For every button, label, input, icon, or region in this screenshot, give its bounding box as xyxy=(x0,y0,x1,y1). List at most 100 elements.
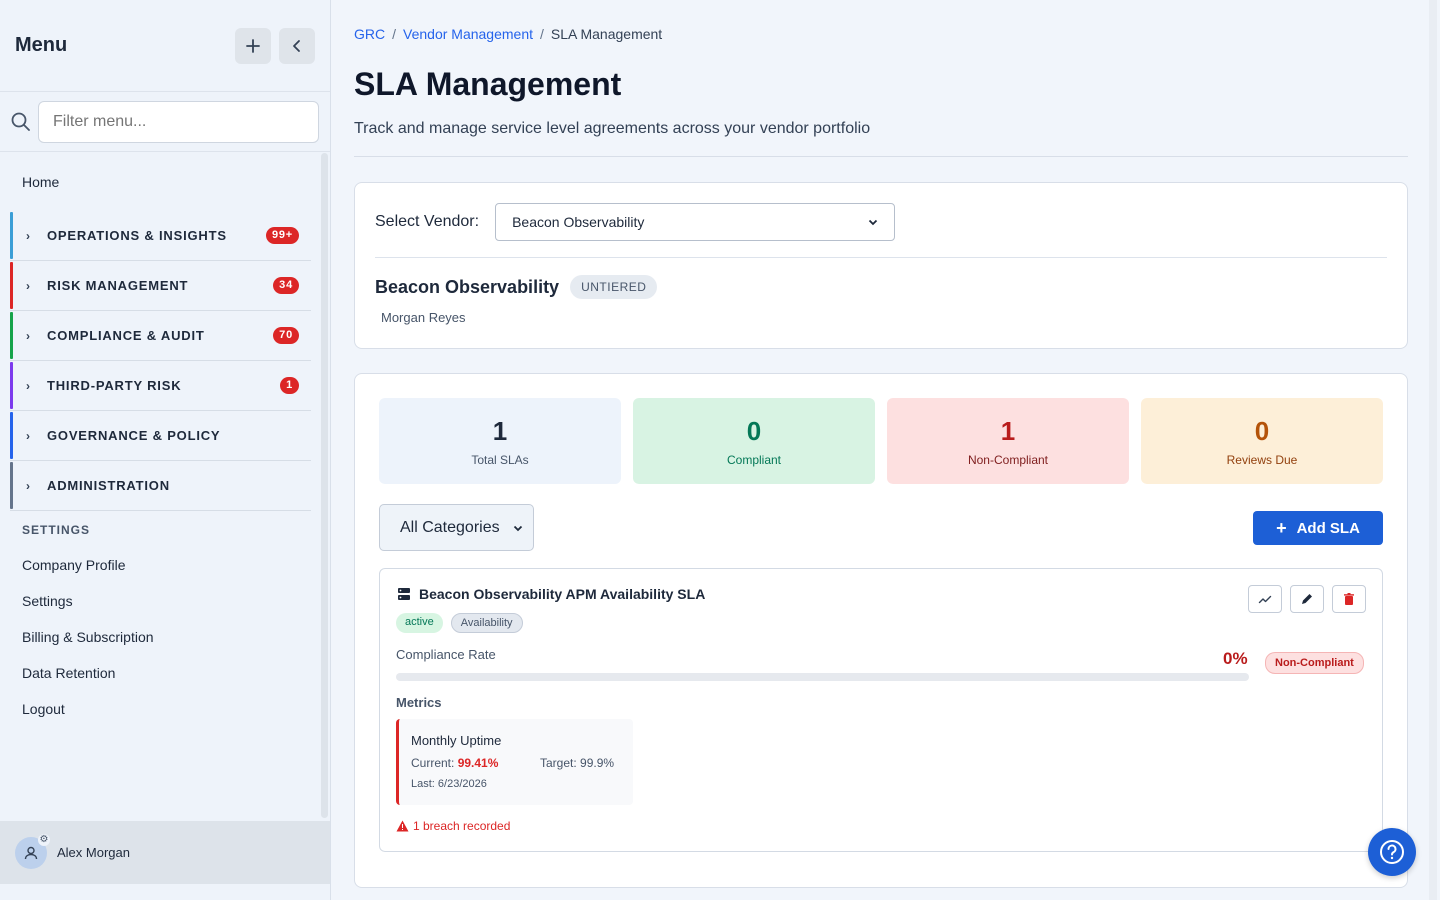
user-icon xyxy=(24,846,38,859)
breadcrumb-grc[interactable]: GRC xyxy=(354,26,385,42)
vendor-select-label: Select Vendor: xyxy=(375,213,480,230)
section-label: ADMINISTRATION xyxy=(47,478,170,493)
breach-text: 1 breach recorded xyxy=(413,819,511,833)
stat-total-slas: 1 Total SLAs xyxy=(379,398,621,484)
chevron-right-icon: › xyxy=(26,228,31,243)
sidebar-item-logout[interactable]: Logout xyxy=(0,691,330,727)
sidebar-item-billing[interactable]: Billing & Subscription xyxy=(0,619,330,655)
sidebar-item-home[interactable]: Home xyxy=(0,153,330,211)
plus-icon: + xyxy=(1276,517,1287,538)
warning-icon xyxy=(396,820,409,832)
view-trend-button[interactable] xyxy=(1248,585,1282,613)
sidebar-search xyxy=(0,92,330,152)
vendor-owner: Morgan Reyes xyxy=(381,310,466,325)
section-label: OPERATIONS & INSIGHTS xyxy=(47,228,227,243)
count-badge: 34 xyxy=(273,277,299,294)
trash-icon xyxy=(1344,593,1354,605)
sidebar-item-company-profile[interactable]: Company Profile xyxy=(0,547,330,583)
delete-sla-button[interactable] xyxy=(1332,585,1366,613)
help-button[interactable] xyxy=(1368,828,1416,876)
section-label: GOVERNANCE & POLICY xyxy=(47,428,221,443)
user-profile[interactable]: ⚙ Alex Morgan xyxy=(0,821,330,884)
section-accent-bar xyxy=(10,312,13,359)
search-icon xyxy=(11,112,30,131)
sidebar-section-compliance[interactable]: › COMPLIANCE & AUDIT 70 xyxy=(10,311,311,361)
filter-menu-input[interactable] xyxy=(38,100,319,143)
sidebar-header: Menu xyxy=(0,0,330,92)
sidebar-section-governance[interactable]: › GOVERNANCE & POLICY xyxy=(10,411,311,461)
chevron-right-icon: › xyxy=(26,278,31,293)
count-badge: 70 xyxy=(273,327,299,344)
sla-tags: active Availability xyxy=(396,613,531,633)
breadcrumb-separator: / xyxy=(540,26,544,42)
section-accent-bar xyxy=(10,212,13,259)
status-badge: active xyxy=(396,613,443,633)
chevron-right-icon: › xyxy=(26,428,31,443)
vendor-select[interactable]: Beacon Observability xyxy=(495,203,896,241)
plus-icon xyxy=(246,38,260,53)
add-button[interactable] xyxy=(235,27,271,64)
metric-card: Monthly Uptime Current: 99.41% Target: 9… xyxy=(396,719,633,805)
page-scrollbar[interactable] xyxy=(1429,0,1437,900)
add-sla-label: Add SLA xyxy=(1296,519,1360,537)
collapse-sidebar-button[interactable] xyxy=(279,27,315,64)
count-badge: 99+ xyxy=(265,227,299,244)
divider xyxy=(354,156,1408,157)
stat-reviews-due: 0 Reviews Due xyxy=(1141,398,1383,484)
count-badge: 1 xyxy=(280,377,299,394)
sidebar: Menu Home › OPERATIONS & INSIGHTS 99+ › … xyxy=(0,0,331,900)
compliance-status-badge: Non-Compliant xyxy=(1265,652,1364,674)
stat-value: 0 xyxy=(1254,416,1270,446)
stat-value: 0 xyxy=(746,416,762,446)
breach-notice: 1 breach recorded xyxy=(396,819,510,833)
section-label: RISK MANAGEMENT xyxy=(47,278,189,293)
chevron-right-icon: › xyxy=(26,328,31,343)
section-label: COMPLIANCE & AUDIT xyxy=(47,328,205,343)
compliance-progress-bar xyxy=(396,673,1249,681)
sla-title: Beacon Observability APM Availability SL… xyxy=(419,586,706,602)
tier-badge: UNTIERED xyxy=(570,275,658,299)
category-select[interactable]: All Categories xyxy=(379,504,534,551)
metrics-label: Metrics xyxy=(396,695,442,710)
stat-value: 1 xyxy=(1000,416,1016,446)
sidebar-item-settings[interactable]: Settings xyxy=(0,583,330,619)
sidebar-section-third-party[interactable]: › THIRD-PARTY RISK 1 xyxy=(10,361,311,411)
section-accent-bar xyxy=(10,462,13,509)
stat-compliant: 0 Compliant xyxy=(633,398,875,484)
page-subtitle: Track and manage service level agreement… xyxy=(354,120,871,137)
sidebar-section-administration[interactable]: › ADMINISTRATION xyxy=(10,461,311,511)
breadcrumb-current: SLA Management xyxy=(550,26,663,42)
server-icon xyxy=(398,588,410,600)
edit-sla-button[interactable] xyxy=(1290,585,1324,613)
sla-panel: 1 Total SLAs 0 Compliant 1 Non-Compliant… xyxy=(354,373,1408,888)
sidebar-item-data-retention[interactable]: Data Retention xyxy=(0,655,330,691)
trend-icon xyxy=(1258,595,1272,604)
add-sla-button[interactable]: + Add SLA xyxy=(1253,511,1383,545)
section-accent-bar xyxy=(10,262,13,309)
sla-actions xyxy=(1240,585,1366,613)
breadcrumb-vendor-management[interactable]: Vendor Management xyxy=(403,26,533,42)
sidebar-section-risk[interactable]: › RISK MANAGEMENT 34 xyxy=(10,261,311,311)
category-select-value: All Categories xyxy=(400,518,500,536)
sidebar-title: Menu xyxy=(15,34,68,56)
compliance-rate-label: Compliance Rate xyxy=(396,647,496,662)
vendor-info: Beacon Observability UNTIERED xyxy=(375,275,658,299)
stat-value: 1 xyxy=(492,416,508,446)
avatar: ⚙ xyxy=(15,833,50,869)
stat-label: Total SLAs xyxy=(471,453,529,467)
vendor-select-value: Beacon Observability xyxy=(512,214,645,230)
category-badge: Availability xyxy=(450,613,523,633)
chevron-right-icon: › xyxy=(26,378,31,393)
vendor-card: Select Vendor: Beacon Observability Beac… xyxy=(354,182,1408,349)
metric-last-updated: Last: 6/23/2026 xyxy=(411,778,487,790)
stat-label: Non-Compliant xyxy=(967,453,1049,467)
stat-label: Reviews Due xyxy=(1226,453,1298,467)
sla-card: Beacon Observability APM Availability SL… xyxy=(379,568,1383,852)
vendor-name: Beacon Observability xyxy=(375,276,560,297)
chevron-down-icon xyxy=(868,219,878,226)
pencil-icon xyxy=(1302,594,1312,604)
gear-icon: ⚙ xyxy=(38,833,50,846)
sidebar-section-operations[interactable]: › OPERATIONS & INSIGHTS 99+ xyxy=(10,211,311,261)
stat-label: Compliant xyxy=(726,453,782,467)
section-label: THIRD-PARTY RISK xyxy=(47,378,182,393)
